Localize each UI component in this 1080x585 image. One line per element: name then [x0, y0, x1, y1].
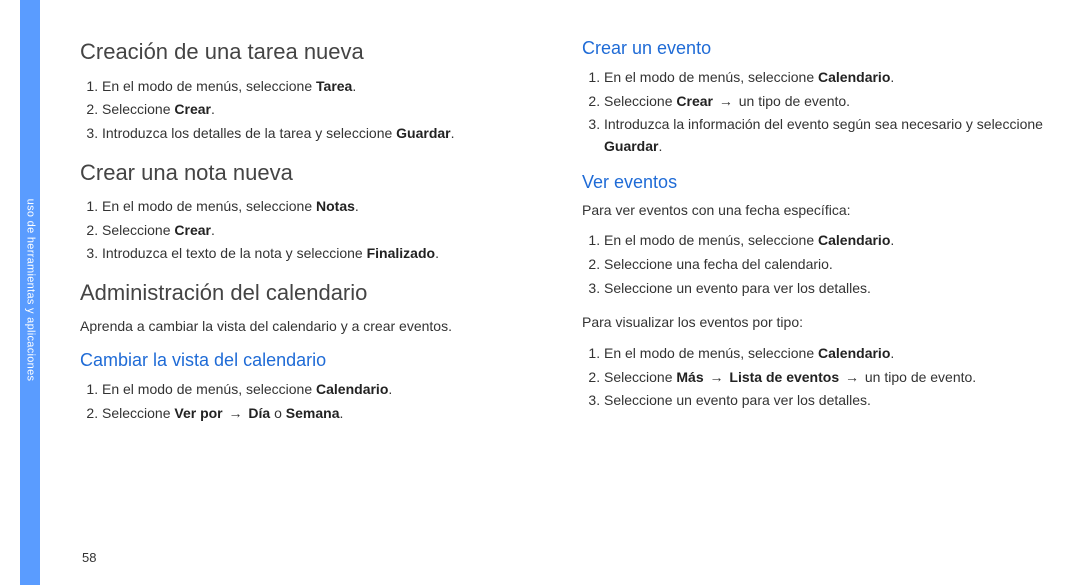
- list-item: Introduzca la información del evento seg…: [604, 114, 1052, 157]
- bold-text: Crear: [676, 93, 713, 109]
- list-item: Introduzca el texto de la nota y selecci…: [102, 243, 550, 265]
- sidebar-section-label: uso de herramientas y aplicaciones: [20, 150, 40, 430]
- paragraph-view-by-type: Para visualizar los eventos por tipo:: [582, 313, 1052, 333]
- bold-text: Ver por: [174, 405, 222, 421]
- text: Seleccione: [604, 93, 676, 109]
- list-item: Introduzca los detalles de la tarea y se…: [102, 123, 550, 145]
- list-item: En el modo de menús, seleccione Calendar…: [604, 67, 1052, 89]
- list-item: En el modo de menús, seleccione Calendar…: [604, 343, 1052, 365]
- text: Seleccione: [102, 101, 174, 117]
- list-item: Seleccione Crear → un tipo de evento.: [604, 91, 1052, 113]
- text: Introduzca el texto de la nota y selecci…: [102, 245, 367, 261]
- list-create-event: En el modo de menús, seleccione Calendar…: [582, 67, 1052, 158]
- subheading-create-event: Crear un evento: [582, 38, 1052, 59]
- list-view-by-date: En el modo de menús, seleccione Calendar…: [582, 230, 1052, 299]
- text: En el modo de menús, seleccione: [604, 69, 818, 85]
- bold-text: Día: [248, 405, 270, 421]
- text: En el modo de menús, seleccione: [102, 381, 316, 397]
- text: En el modo de menús, seleccione: [102, 198, 316, 214]
- right-column: Crear un evento En el modo de menús, sel…: [582, 32, 1052, 565]
- list-item: Seleccione un evento para ver los detall…: [604, 390, 1052, 412]
- text: En el modo de menús, seleccione: [604, 232, 818, 248]
- paragraph-view-by-date: Para ver eventos con una fecha específic…: [582, 201, 1052, 221]
- bold-text: Crear: [174, 101, 211, 117]
- paragraph-calendar-intro: Aprenda a cambiar la vista del calendari…: [80, 317, 550, 337]
- heading-task-create: Creación de una tarea nueva: [80, 38, 550, 66]
- heading-calendar-admin: Administración del calendario: [80, 279, 550, 307]
- bold-text: Tarea: [316, 78, 352, 94]
- list-note-create: En el modo de menús, seleccione Notas. S…: [80, 196, 550, 265]
- text: .: [355, 198, 359, 214]
- manual-page: uso de herramientas y aplicaciones Creac…: [0, 0, 1080, 585]
- subheading-change-view: Cambiar la vista del calendario: [80, 350, 550, 371]
- bold-text: Finalizado: [367, 245, 435, 261]
- text: un tipo de evento.: [735, 93, 850, 109]
- bold-text: Calendario: [818, 69, 890, 85]
- bold-text: Guardar: [396, 125, 450, 141]
- text: o: [270, 405, 286, 421]
- list-item: En el modo de menús, seleccione Tarea.: [102, 76, 550, 98]
- bold-text: Semana: [286, 405, 340, 421]
- list-change-view: En el modo de menús, seleccione Calendar…: [80, 379, 550, 424]
- subheading-view-events: Ver eventos: [582, 172, 1052, 193]
- text: .: [451, 125, 455, 141]
- text: Seleccione un evento para ver los detall…: [604, 280, 871, 296]
- bold-text: Lista de eventos: [729, 369, 839, 385]
- text: .: [435, 245, 439, 261]
- list-item: Seleccione Crear.: [102, 220, 550, 242]
- bold-text: Calendario: [818, 345, 890, 361]
- text: .: [658, 138, 662, 154]
- list-task-create: En el modo de menús, seleccione Tarea. S…: [80, 76, 550, 145]
- list-item: Seleccione Ver por → Día o Semana.: [102, 403, 550, 425]
- text: En el modo de menús, seleccione: [604, 345, 818, 361]
- list-item: En el modo de menús, seleccione Calendar…: [102, 379, 550, 401]
- list-item: Seleccione Crear.: [102, 99, 550, 121]
- text: .: [211, 101, 215, 117]
- text: Seleccione un evento para ver los detall…: [604, 392, 871, 408]
- text: Introduzca la información del evento seg…: [604, 116, 1043, 132]
- text: Seleccione una fecha del calendario.: [604, 256, 833, 272]
- text: .: [352, 78, 356, 94]
- text: un tipo de evento.: [861, 369, 976, 385]
- bold-text: Crear: [174, 222, 211, 238]
- arrow-icon: →: [717, 91, 735, 113]
- text: .: [890, 345, 894, 361]
- page-number: 58: [82, 550, 96, 565]
- list-item: Seleccione Más → Lista de eventos → un t…: [604, 367, 1052, 389]
- text: .: [890, 69, 894, 85]
- text: .: [388, 381, 392, 397]
- list-item: Seleccione un evento para ver los detall…: [604, 278, 1052, 300]
- bold-text: Calendario: [316, 381, 388, 397]
- heading-note-create: Crear una nota nueva: [80, 159, 550, 187]
- text: Seleccione: [604, 369, 676, 385]
- text: .: [340, 405, 344, 421]
- content-columns: Creación de una tarea nueva En el modo d…: [80, 32, 1052, 565]
- text: Seleccione: [102, 405, 174, 421]
- text: En el modo de menús, seleccione: [102, 78, 316, 94]
- text: .: [890, 232, 894, 248]
- arrow-icon: →: [843, 367, 861, 389]
- text: Introduzca los detalles de la tarea y se…: [102, 125, 396, 141]
- arrow-icon: →: [227, 403, 245, 425]
- arrow-icon: →: [708, 367, 726, 389]
- list-view-by-type: En el modo de menús, seleccione Calendar…: [582, 343, 1052, 412]
- list-item: Seleccione una fecha del calendario.: [604, 254, 1052, 276]
- list-item: En el modo de menús, seleccione Notas.: [102, 196, 550, 218]
- text: Seleccione: [102, 222, 174, 238]
- list-item: En el modo de menús, seleccione Calendar…: [604, 230, 1052, 252]
- bold-text: Guardar: [604, 138, 658, 154]
- bold-text: Notas: [316, 198, 355, 214]
- bold-text: Calendario: [818, 232, 890, 248]
- text: .: [211, 222, 215, 238]
- bold-text: Más: [676, 369, 703, 385]
- left-column: Creación de una tarea nueva En el modo d…: [80, 32, 550, 565]
- sidebar-label-text: uso de herramientas y aplicaciones: [24, 199, 36, 382]
